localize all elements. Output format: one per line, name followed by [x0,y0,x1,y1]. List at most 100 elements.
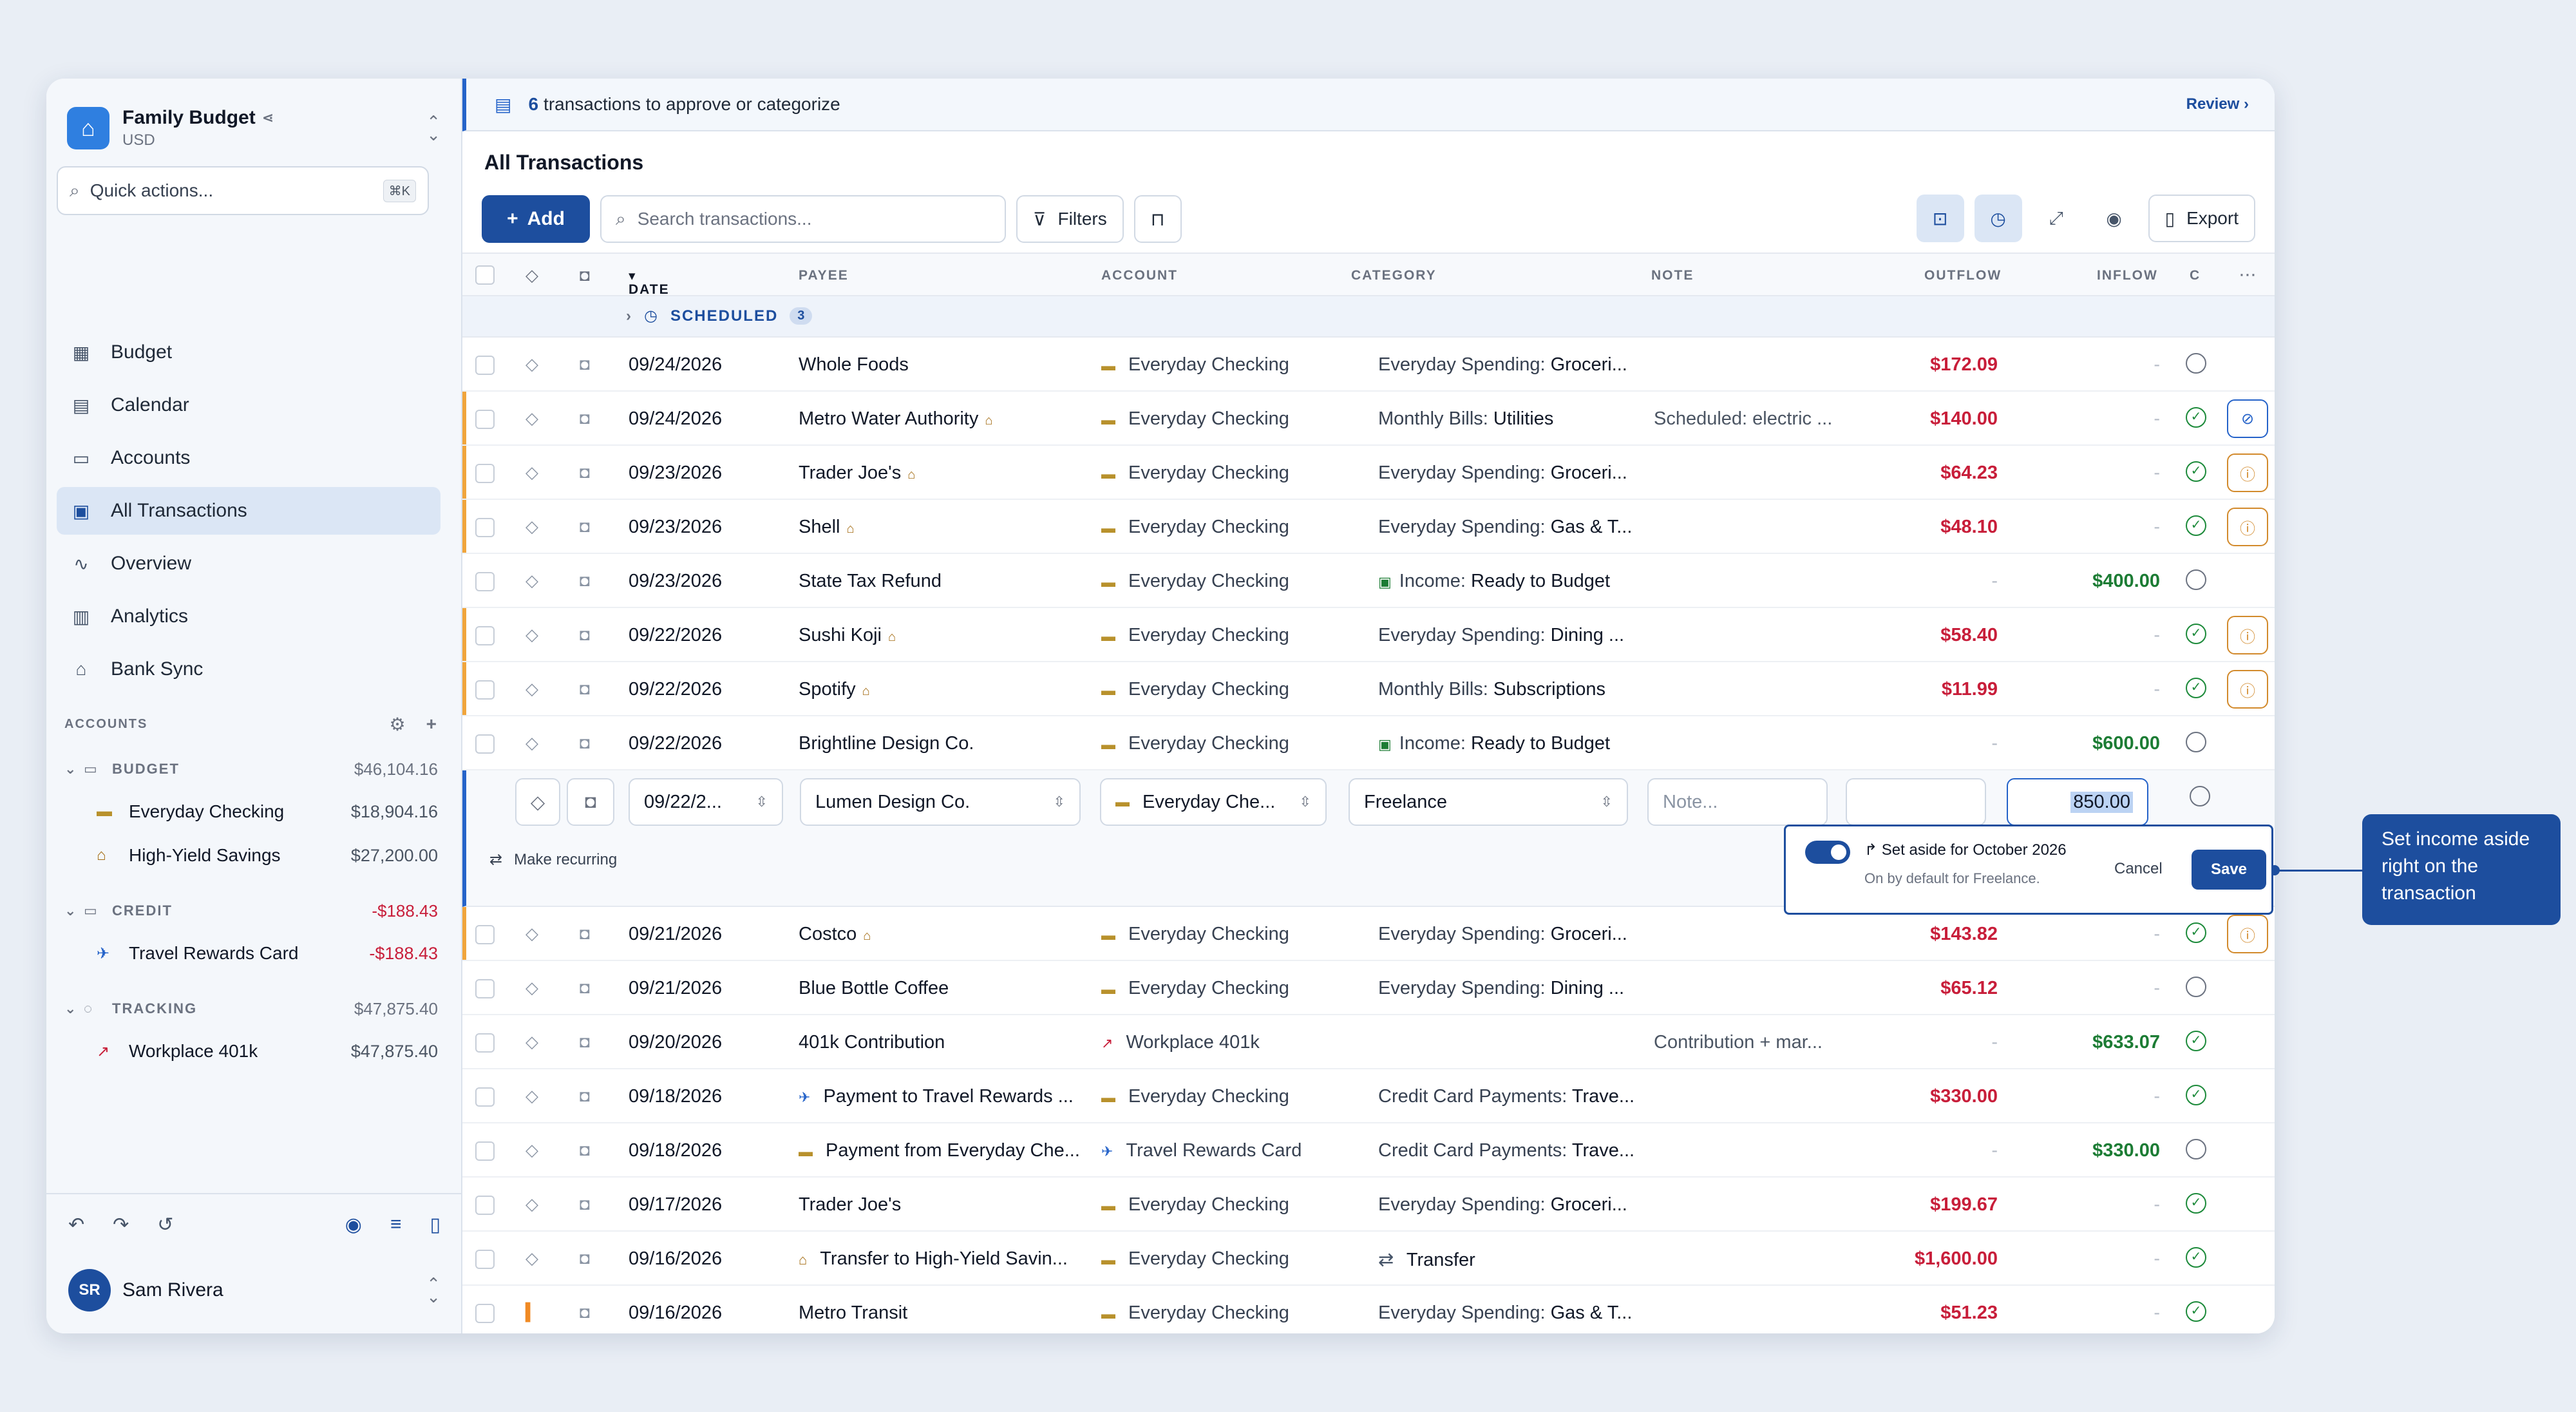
row-payee[interactable]: Trader Joe's ⌂ [799,463,915,484]
date-field[interactable]: 09/22/2... ⇳ [629,778,783,826]
row-outflow[interactable]: $58.40 [1940,625,1998,646]
camera-icon[interactable]: ◘ [580,571,590,591]
row-date[interactable]: 09/23/2026 [629,463,722,484]
row-checkbox[interactable] [475,1087,495,1107]
row-inflow[interactable]: - [2154,924,2160,945]
row-date[interactable]: 09/24/2026 [629,354,722,376]
row-payee[interactable]: Costco ⌂ [799,924,871,945]
row-outflow[interactable]: $64.23 [1940,463,1998,484]
row-outflow[interactable]: $199.67 [1930,1194,1998,1216]
row-outflow[interactable]: - [1991,733,1998,754]
row-checkbox[interactable] [475,734,495,754]
row-payee[interactable]: Metro Water Authority ⌂ [799,408,992,430]
make-recurring-button[interactable]: ⇄ Make recurring [489,850,617,869]
row-category[interactable]: Everyday Spending: Groceri... [1378,463,1627,484]
table-row[interactable]: ◇ ◘ 09/22/2026 Brightline Design Co. ▬ Everyd… [462,716,2275,770]
row-payee[interactable]: ✈ Payment to Travel Rewards ... [799,1086,1074,1107]
set-aside-toggle[interactable] [1805,841,1850,864]
row-date[interactable]: 09/16/2026 [629,1248,722,1270]
row-account[interactable]: ▬ Everyday Checking [1101,978,1289,999]
row-payee[interactable]: Whole Foods [799,354,909,376]
approve-button[interactable]: ⓘ [2227,453,2268,492]
sliders-icon[interactable]: ≡ [390,1214,402,1236]
row-account[interactable]: ▬ Everyday Checking [1101,354,1289,376]
account-field[interactable]: ▬ Everyday Che... ⇳ [1100,778,1327,826]
camera-icon[interactable]: ◘ [580,517,590,537]
row-outflow[interactable]: $143.82 [1930,924,1998,945]
nav-all-transactions[interactable]: ▣ All Transactions [57,487,440,535]
row-account[interactable]: ▬ Everyday Checking [1101,1248,1289,1270]
row-payee[interactable]: ⌂ Transfer to High-Yield Savin... [799,1248,1068,1270]
table-row[interactable]: ◇ ◘ 09/23/2026 Trader Joe's ⌂ ▬ Everyday Check… [462,446,2275,500]
col-cleared[interactable]: C [2190,268,2201,283]
save-button[interactable]: Save [2192,850,2266,890]
table-row[interactable]: ◇ ◘ 09/20/2026 401k Contribution ↗ Workplace … [462,1015,2275,1069]
row-account[interactable]: ▬ Everyday Checking [1101,1302,1289,1324]
row-outflow[interactable]: - [1991,1032,1998,1053]
tag-icon[interactable]: ◇ [526,1140,538,1160]
export-button[interactable]: ▯ Export [2148,195,2255,242]
approve-button[interactable]: ⓘ [2227,508,2268,546]
row-checkbox[interactable] [475,518,495,537]
inflow-field[interactable]: 850.00 [2007,778,2148,826]
account-workplace-401k[interactable]: ↗ Workplace 401k $47,875.40 [64,1029,438,1073]
row-category[interactable]: Credit Card Payments: Trave... [1378,1140,1634,1161]
row-inflow[interactable]: $330.00 [2092,1140,2160,1161]
tag-icon[interactable]: ◇ [526,1248,538,1268]
table-row[interactable]: ◇ ◘ 09/17/2026 Trader Joe's ▬ Everyday Checki… [462,1178,2275,1232]
camera-icon[interactable]: ◘ [580,354,590,374]
cleared-check-icon[interactable]: ✓ [2186,461,2206,482]
cleared-check-icon[interactable]: ✓ [2186,1031,2206,1051]
tag-icon[interactable]: ◇ [526,733,538,753]
col-account[interactable]: ACCOUNT [1101,268,1178,283]
row-inflow[interactable]: - [2154,978,2160,999]
row-account[interactable]: ▬ Everyday Checking [1101,517,1289,538]
camera-icon[interactable]: ◘ [580,1194,590,1214]
row-account[interactable]: ▬ Everyday Checking [1101,571,1289,592]
row-date[interactable]: 09/23/2026 [629,517,722,538]
row-payee[interactable]: Brightline Design Co. [799,733,974,754]
table-row[interactable]: ◇ ◘ 09/23/2026 Shell ⌂ ▬ Everyday Checking Ever… [462,500,2275,554]
uncleared-circle-icon[interactable] [2186,732,2206,752]
camera-icon[interactable]: ◘ [580,1032,590,1052]
review-link[interactable]: Review › [2186,95,2249,113]
row-checkbox[interactable] [475,979,495,998]
approve-button[interactable]: ⓘ [2227,915,2268,953]
camera-icon[interactable]: ◘ [580,1248,590,1268]
cleared-check-icon[interactable]: ✓ [2186,407,2206,428]
row-account[interactable]: ▬ Everyday Checking [1101,1086,1289,1107]
col-payee[interactable]: PAYEE [799,268,849,283]
uncleared-circle-icon[interactable] [2186,569,2206,590]
more-icon[interactable]: ··· [2240,268,2257,283]
row-inflow[interactable]: - [2154,517,2160,538]
row-category[interactable]: Everyday Spending: Groceri... [1378,924,1627,945]
row-inflow[interactable]: - [2154,1086,2160,1107]
row-outflow[interactable]: - [1991,571,1998,592]
row-category[interactable]: ▣ Income: Ready to Budget [1378,571,1610,592]
sidebar-toggle-icon[interactable]: ▯ [430,1214,440,1236]
row-date[interactable]: 09/16/2026 [629,1302,722,1324]
row-inflow[interactable]: - [2154,1302,2160,1324]
redo-icon[interactable]: ↷ [113,1214,129,1236]
row-category[interactable]: Monthly Bills: Subscriptions [1378,679,1605,700]
camera-icon[interactable]: ◘ [580,679,590,699]
cleared-check-icon[interactable]: ✓ [2186,1193,2206,1214]
row-inflow[interactable]: - [2154,463,2160,484]
category-field[interactable]: Freelance ⇳ [1349,778,1628,826]
row-account[interactable]: ▬ Everyday Checking [1101,733,1289,754]
camera-icon[interactable]: ◘ [580,408,590,428]
tag-icon[interactable]: ◇ [526,1194,538,1214]
user-menu[interactable]: SR Sam Rivera ⌃ ⌄ [68,1269,440,1312]
camera-icon[interactable]: ◘ [580,1302,590,1322]
row-inflow[interactable]: - [2154,625,2160,646]
row-date[interactable]: 09/23/2026 [629,571,722,592]
table-row[interactable]: ◇ ◘ 09/16/2026 ⌂ Transfer to High-Yield Savi… [462,1232,2275,1286]
row-payee[interactable]: State Tax Refund [799,571,942,592]
uncleared-circle-icon[interactable] [2186,977,2206,997]
table-row[interactable]: ◇ ◘ 09/22/2026 Sushi Koji ⌂ ▬ Everyday Checkin… [462,608,2275,662]
row-checkbox[interactable] [475,356,495,375]
row-category[interactable]: Everyday Spending: Dining ... [1378,978,1624,999]
col-category[interactable]: CATEGORY [1351,268,1437,283]
row-inflow[interactable]: $633.07 [2092,1032,2160,1053]
col-note[interactable]: NOTE [1651,268,1694,283]
